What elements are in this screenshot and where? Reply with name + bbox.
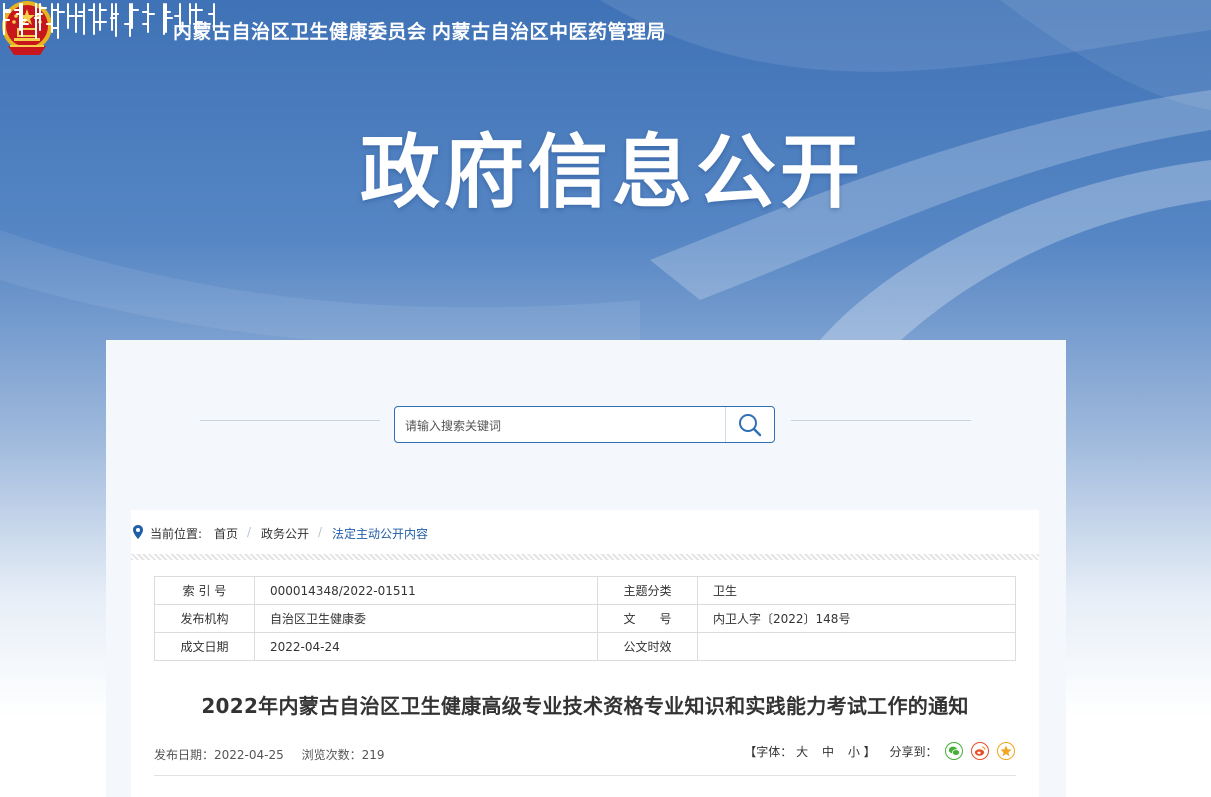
breadcrumb-separator: / xyxy=(247,525,252,539)
meta-key-doc-number: 文 号 xyxy=(597,604,698,633)
meta-value-index: 000014348/2022-01511 xyxy=(254,576,598,605)
table-row: 发布机构 自治区卫生健康委 文 号 内卫人字〔2022〕148号 xyxy=(154,604,1016,633)
font-size-small-button[interactable]: 小 xyxy=(848,743,860,760)
search-button[interactable] xyxy=(725,407,774,442)
meta-key-index: 索 引 号 xyxy=(154,576,255,605)
meta-value-doc-number: 内卫人字〔2022〕148号 xyxy=(697,604,1016,633)
article-title: 2022年内蒙古自治区卫生健康高级专业技术资格专业知识和实践能力考试工作的通知 xyxy=(201,694,969,718)
breadcrumb-divider xyxy=(131,554,1039,560)
font-size-large-button[interactable]: 大 xyxy=(796,743,808,760)
font-size-label: 【字体： xyxy=(744,744,793,759)
article-tools: 【字体： 大 中 小 】 分享到： xyxy=(744,742,1015,764)
org-name-tcm-bureau: 内蒙古自治区中医药管理局 xyxy=(432,21,667,43)
breadcrumb-gov-affairs[interactable]: 政务公开 xyxy=(261,525,309,542)
location-pin-icon xyxy=(133,525,143,539)
breadcrumb-current[interactable]: 法定主动公开内容 xyxy=(332,525,428,542)
search-icon xyxy=(739,414,762,437)
article-container: 当前位置: 首页 / 政务公开 / 法定主动公开内容 索 引 号 0000143… xyxy=(131,510,1039,797)
meta-key-validity: 公文时效 xyxy=(597,632,698,661)
breadcrumb-home[interactable]: 首页 xyxy=(214,525,238,542)
wechat-share-icon[interactable] xyxy=(945,742,964,760)
meta-key-category: 主题分类 xyxy=(597,576,698,605)
meta-value-category: 卫生 xyxy=(697,576,1016,605)
view-count: 浏览次数：219 xyxy=(301,748,385,762)
table-row: 索 引 号 000014348/2022-01511 主题分类 卫生 xyxy=(154,576,1016,605)
favorite-star-icon[interactable] xyxy=(997,742,1015,760)
meta-value-written-date: 2022-04-24 xyxy=(254,632,598,661)
weibo-share-icon[interactable] xyxy=(971,742,990,760)
mongolian-script-org-name-2 xyxy=(3,3,203,39)
font-size-bracket: 】 xyxy=(863,744,876,759)
breadcrumb-label: 当前位置: xyxy=(150,527,203,541)
share-label: 分享到： xyxy=(889,744,938,759)
table-row: 成文日期 2022-04-24 公文时效 xyxy=(154,632,1016,661)
font-size-medium-button[interactable]: 中 xyxy=(822,743,834,760)
document-metadata-table: 索 引 号 000014348/2022-01511 主题分类 卫生 发布机构 … xyxy=(154,576,1016,661)
article-publish-info: 发布日期：2022-04-25 浏览次数：219 xyxy=(154,746,398,763)
search-input[interactable] xyxy=(403,415,727,437)
meta-key-publisher: 发布机构 xyxy=(154,604,255,633)
breadcrumb-separator: / xyxy=(318,525,323,539)
breadcrumb: 当前位置: 首页 / 政务公开 / 法定主动公开内容 xyxy=(131,510,1039,554)
meta-key-written-date: 成文日期 xyxy=(154,632,255,661)
page-title: 政府信息公开 xyxy=(360,126,864,219)
search-divider-right xyxy=(791,420,971,421)
article-divider xyxy=(154,775,1016,776)
meta-value-validity xyxy=(697,632,1016,661)
meta-value-publisher: 自治区卫生健康委 xyxy=(254,604,598,633)
search-divider-left xyxy=(200,420,380,421)
publish-date: 发布日期：2022-04-25 xyxy=(154,748,284,762)
search-box xyxy=(394,406,775,443)
